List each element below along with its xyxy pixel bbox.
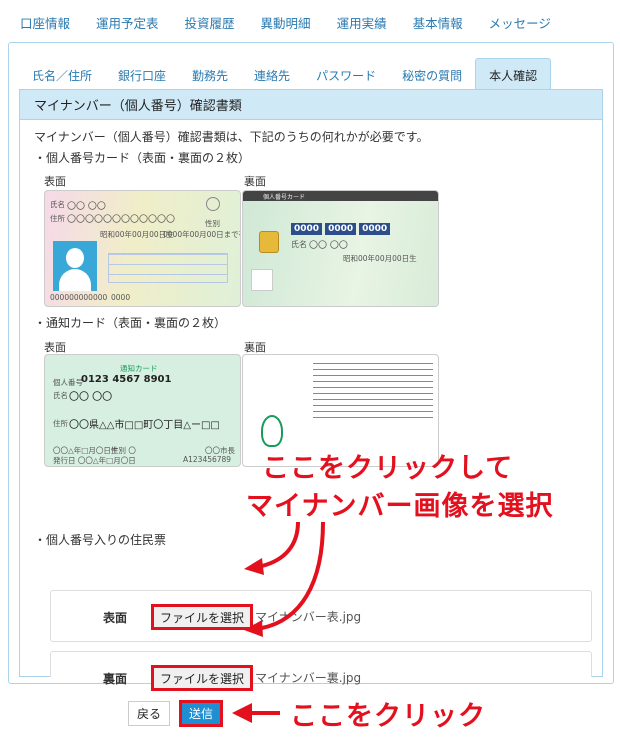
arrow-head-back [244,620,263,637]
arrow-to-back-button [261,521,325,630]
send-button[interactable]: 送信 [179,700,223,727]
arrow-head-send [232,703,252,723]
arrow-to-front-button [261,521,300,568]
annotation-arrows [232,521,325,723]
arrow-head-front [244,558,264,575]
back-button[interactable]: 戻る [128,701,170,726]
annotation-click-here: ここをクリック [290,701,486,732]
